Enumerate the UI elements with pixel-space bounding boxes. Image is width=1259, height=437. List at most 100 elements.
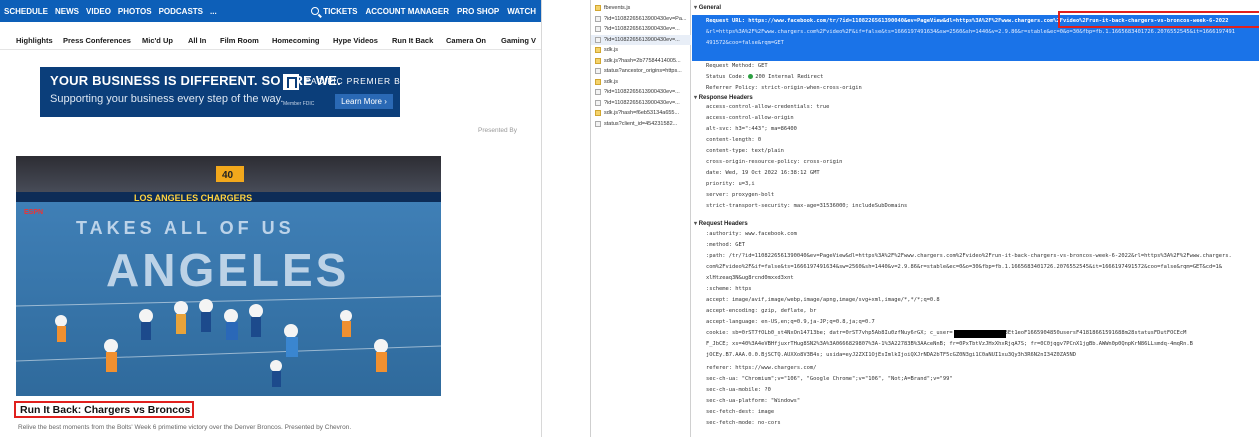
request-row[interactable]: ?id=11082265613900430ev=... [591, 98, 691, 109]
response-header-row: priority: u=3,i [706, 181, 755, 187]
request-header-row: sec-fetch-dest: image [706, 409, 775, 415]
request-row[interactable]: fbevents.js [591, 3, 691, 14]
presented-by-label: Presented By [478, 127, 518, 134]
subnav-press-conferences[interactable]: Press Conferences [63, 36, 131, 45]
subnav-highlights[interactable]: Highlights [16, 36, 53, 45]
request-name: sdk.js?hash=2b77584414005... [604, 57, 681, 64]
request-header-row: accept: image/avif,image/webp,image/apng… [706, 297, 940, 303]
request-name: ?id=11082265613900430ev=Pa... [604, 15, 687, 22]
referrer-policy: Referrer Policy: strict-origin-when-cros… [706, 85, 862, 91]
subnav-hype-videos[interactable]: Hype Videos [333, 36, 378, 45]
response-header-row: access-control-allow-credentials: true [706, 104, 830, 110]
request-header-row: xlHtzeaq3N&ug8rcnd0mxxd3xnt [706, 275, 794, 281]
ad-brand-name: PACIFIC PREMIER BANK [305, 76, 421, 86]
response-header-row: alt-svc: h3=":443"; ma=86400 [706, 126, 797, 132]
nav-more[interactable]: ... [210, 7, 217, 16]
request-row[interactable]: sdk.js?hash=2b77584414005... [591, 56, 691, 67]
response-header-row: strict-transport-security: max-age=31536… [706, 203, 908, 209]
request-header-row: sec-ch-ua: "Chromium";v="106", "Google C… [706, 376, 953, 382]
request-name: sdk.js [604, 47, 619, 54]
video-category-subnav: Highlights Press Conferences Mic'd Up Al… [0, 30, 541, 50]
request-name: status?ancestor_origins=https... [604, 68, 682, 75]
response-header-row: content-type: text/plain [706, 148, 784, 154]
topnav-left-group: SCHEDULE NEWS VIDEO PHOTOS PODCASTS ... [4, 0, 217, 22]
response-header-row: cross-origin-resource-policy: cross-orig… [706, 159, 843, 165]
learn-more-button[interactable]: Learn More › [335, 94, 393, 109]
general-section-header[interactable]: General [694, 4, 721, 11]
request-header-row: sec-ch-ua-platform: "Windows" [706, 398, 801, 404]
pacific-premier-bank-ad[interactable]: YOUR BUSINESS IS DIFFERENT. SO ARE WE. S… [40, 67, 420, 117]
response-header-row: server: proxygen-bolt [706, 192, 775, 198]
request-url-label: Request URL: [706, 18, 745, 24]
request-header-row: :authority: www.facebook.com [706, 231, 797, 237]
request-header-row: sec-ch-ua-mobile: ?0 [706, 387, 771, 393]
request-row[interactable]: ?id=11082265613900430ev=Pa... [591, 14, 691, 25]
request-row[interactable]: ?id=11082265613900430ev=... [591, 87, 691, 98]
subnav-film-room[interactable]: Film Room [220, 36, 259, 45]
document-icon [595, 99, 601, 106]
js-file-icon [595, 110, 601, 117]
js-file-icon [595, 57, 601, 64]
request-headers-header[interactable]: Request Headers [694, 220, 748, 227]
nav-account-manager[interactable]: ACCOUNT MANAGER [365, 7, 449, 16]
document-icon [595, 26, 601, 33]
request-name: sdk.js [604, 78, 619, 85]
request-method: Request Method: GET [706, 63, 768, 69]
ad-subline: Supporting your business every step of t… [50, 93, 284, 105]
request-row[interactable]: sdk.js [591, 45, 691, 56]
request-row[interactable]: status?client_id=454231582... [591, 119, 691, 130]
nav-watch[interactable]: WATCH [507, 7, 536, 16]
video-player[interactable]: LOS ANGELES CHARGERS 40 ESPN TAKES ALL O… [16, 156, 441, 396]
subnav-gaming[interactable]: Gaming V [501, 36, 536, 45]
request-row[interactable]: sdk.js [591, 77, 691, 88]
subnav-micd-up[interactable]: Mic'd Up [142, 36, 173, 45]
response-header-row: date: Wed, 19 Oct 2022 16:38:12 GMT [706, 170, 820, 176]
chargers-website-panel: SCHEDULE NEWS VIDEO PHOTOS PODCASTS ... … [0, 0, 542, 437]
response-header-row: access-control-allow-origin [706, 115, 794, 121]
document-icon [595, 89, 601, 96]
subnav-camera-on[interactable]: Camera On [446, 36, 486, 45]
request-header-row: com%2Fvideo%2F&if=false&ts=1666197491634… [706, 264, 1223, 270]
nav-photos[interactable]: PHOTOS [118, 7, 152, 16]
nav-tickets[interactable]: TICKETS [323, 7, 357, 16]
status-code-label: Status Code: [706, 74, 745, 80]
status-ok-icon [748, 74, 754, 79]
video-title[interactable]: Run It Back: Chargers vs Broncos [20, 404, 190, 416]
redacted-user-id [954, 330, 1006, 338]
request-row[interactable]: status?ancestor_origins=https... [591, 66, 691, 77]
status-code-value: 200 Internal Redirect [755, 74, 824, 80]
request-row[interactable]: ?id=11082265613900430ev=... [591, 24, 691, 35]
request-list: fbevents.js ?id=11082265613900430ev=Pa..… [591, 0, 691, 437]
ad-member-fdic: Member FDIC [283, 101, 315, 107]
nav-pro-shop[interactable]: PRO SHOP [457, 7, 499, 16]
request-name: ?id=11082265613900430ev=... [604, 26, 680, 33]
nav-news[interactable]: NEWS [55, 7, 79, 16]
request-name: status?client_id=454231582... [604, 120, 678, 127]
request-name: fbevents.js [604, 5, 631, 12]
nav-schedule[interactable]: SCHEDULE [4, 7, 48, 16]
subnav-run-it-back[interactable]: Run It Back [392, 36, 433, 45]
request-header-row: :method: GET [706, 242, 745, 248]
field-end-zone-text: ANGELES [106, 244, 349, 296]
request-name: ?id=11082265613900430ev=... [604, 36, 680, 43]
request-url-line-3: 491572&coo=false&rqm=GET [706, 40, 784, 46]
ad-brand-block: PACIFIC PREMIER BANK Member FDIC Learn M… [283, 74, 420, 112]
video-frame-graphic: LOS ANGELES CHARGERS 40 ESPN TAKES ALL O… [16, 156, 441, 396]
request-header-row: cookie: sb=0rST7fOLb0_st4NxOn14713be; da… [706, 330, 1187, 336]
top-navigation-bar: SCHEDULE NEWS VIDEO PHOTOS PODCASTS ... … [0, 0, 541, 22]
nav-video[interactable]: VIDEO [86, 7, 111, 16]
subnav-homecoming[interactable]: Homecoming [272, 36, 320, 45]
document-icon [595, 120, 601, 127]
nav-podcasts[interactable]: PODCASTS [159, 7, 203, 16]
search-icon[interactable] [311, 7, 320, 15]
request-header-row: :scheme: https [706, 286, 752, 292]
request-row[interactable]: sdk.js?hash=f6eb53134a655... [591, 108, 691, 119]
response-header-row: content-length: 0 [706, 137, 762, 143]
request-row-selected[interactable]: ?id=11082265613900430ev=... [591, 34, 691, 45]
request-header-row: accept-encoding: gzip, deflate, br [706, 308, 817, 314]
request-header-row: :path: /tr/?id=1108226561390040&ev=PageV… [706, 253, 1232, 259]
bank-logo-icon [283, 74, 299, 90]
video-description: Relive the best moments from the Bolts' … [18, 424, 352, 431]
subnav-all-in[interactable]: All In [188, 36, 206, 45]
response-headers-header[interactable]: Response Headers [694, 94, 753, 101]
